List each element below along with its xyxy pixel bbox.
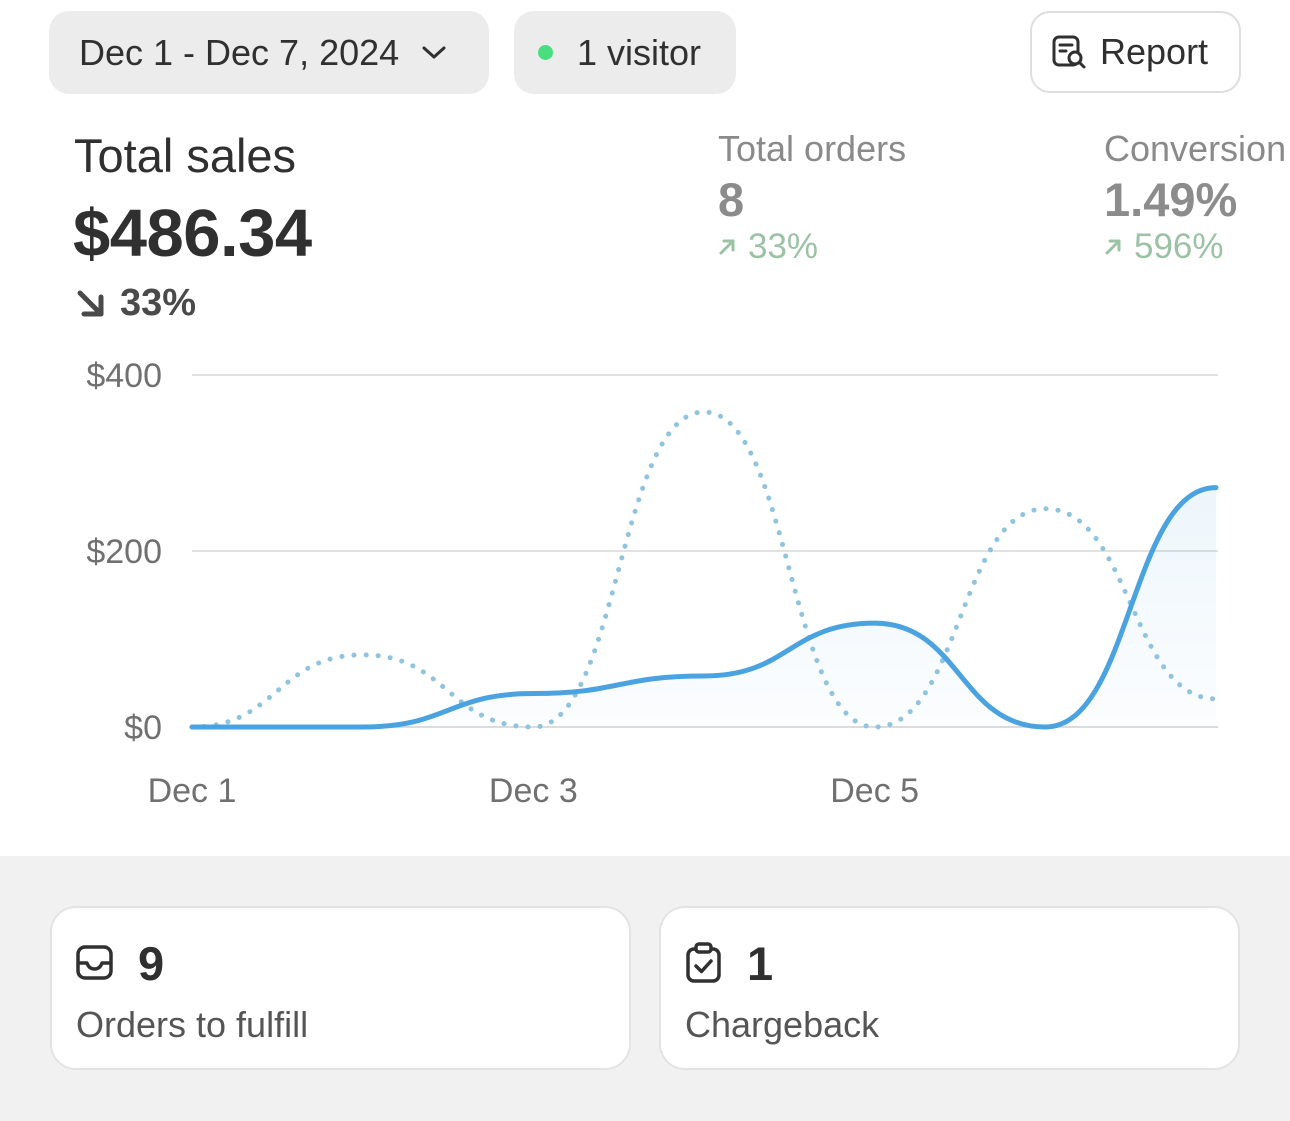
conversion-metric[interactable]: Conversion 1.49% 596% xyxy=(1104,128,1286,267)
chevron-down-icon xyxy=(421,45,447,61)
orders-to-fulfill-count: 9 xyxy=(138,937,165,990)
arrow-up-right-icon xyxy=(1105,239,1121,255)
total-orders-metric[interactable]: Total orders 8 33% xyxy=(718,128,906,267)
y-tick-label: $400 xyxy=(86,357,162,395)
report-search-icon xyxy=(1052,35,1086,69)
orders-to-fulfill-label: Orders to fulfill xyxy=(76,1004,309,1045)
conversion-value: 1.49% xyxy=(1104,173,1238,226)
arrow-up-right-icon xyxy=(719,239,735,255)
conversion-delta: 596% xyxy=(1104,227,1286,267)
x-tick-label: Dec 5 xyxy=(830,772,919,810)
conversion-delta-value: 596% xyxy=(1134,227,1224,266)
live-status-dot-icon xyxy=(538,45,553,60)
total-orders-delta-value: 33% xyxy=(748,227,819,266)
total-sales-value: $486.34 xyxy=(73,196,312,271)
date-range-selector[interactable]: Dec 1 - Dec 7, 2024 xyxy=(49,11,489,94)
chargeback-card[interactable]: 1 Chargeback xyxy=(659,906,1240,1070)
total-orders-value: 8 xyxy=(718,173,745,226)
date-range-label: Dec 1 - Dec 7, 2024 xyxy=(79,31,400,73)
series-area-fill xyxy=(192,487,1216,727)
sales-line-chart[interactable]: $0 $200 $400 Dec 1 Dec 3 Dec 5 xyxy=(0,340,1290,820)
live-visitors-badge[interactable]: 1 visitor xyxy=(514,11,736,94)
chargeback-count: 1 xyxy=(747,937,774,990)
total-orders-label: Total orders xyxy=(718,128,907,169)
orders-to-fulfill-card[interactable]: 9 Orders to fulfill xyxy=(50,906,631,1070)
chargeback-label: Chargeback xyxy=(685,1004,880,1045)
visitors-label: 1 visitor xyxy=(577,31,702,73)
clipboard-check-icon xyxy=(686,942,721,983)
y-tick-label: $200 xyxy=(86,533,162,571)
inbox-icon xyxy=(76,945,113,980)
y-tick-label: $0 xyxy=(124,709,162,747)
arrow-down-right-icon xyxy=(77,290,104,316)
x-tick-label: Dec 3 xyxy=(489,772,578,810)
total-orders-delta: 33% xyxy=(718,227,906,267)
total-sales-label: Total sales xyxy=(74,129,297,182)
summary-section: 9 Orders to fulfill 1 Chargeback xyxy=(0,856,1290,1121)
x-tick-label: Dec 1 xyxy=(148,772,237,810)
conversion-label: Conversion xyxy=(1104,128,1287,169)
report-label: Report xyxy=(1100,31,1209,72)
total-sales-delta: 33% xyxy=(74,282,196,325)
total-sales-delta-value: 33% xyxy=(120,282,197,324)
report-button[interactable]: Report xyxy=(1030,11,1241,93)
